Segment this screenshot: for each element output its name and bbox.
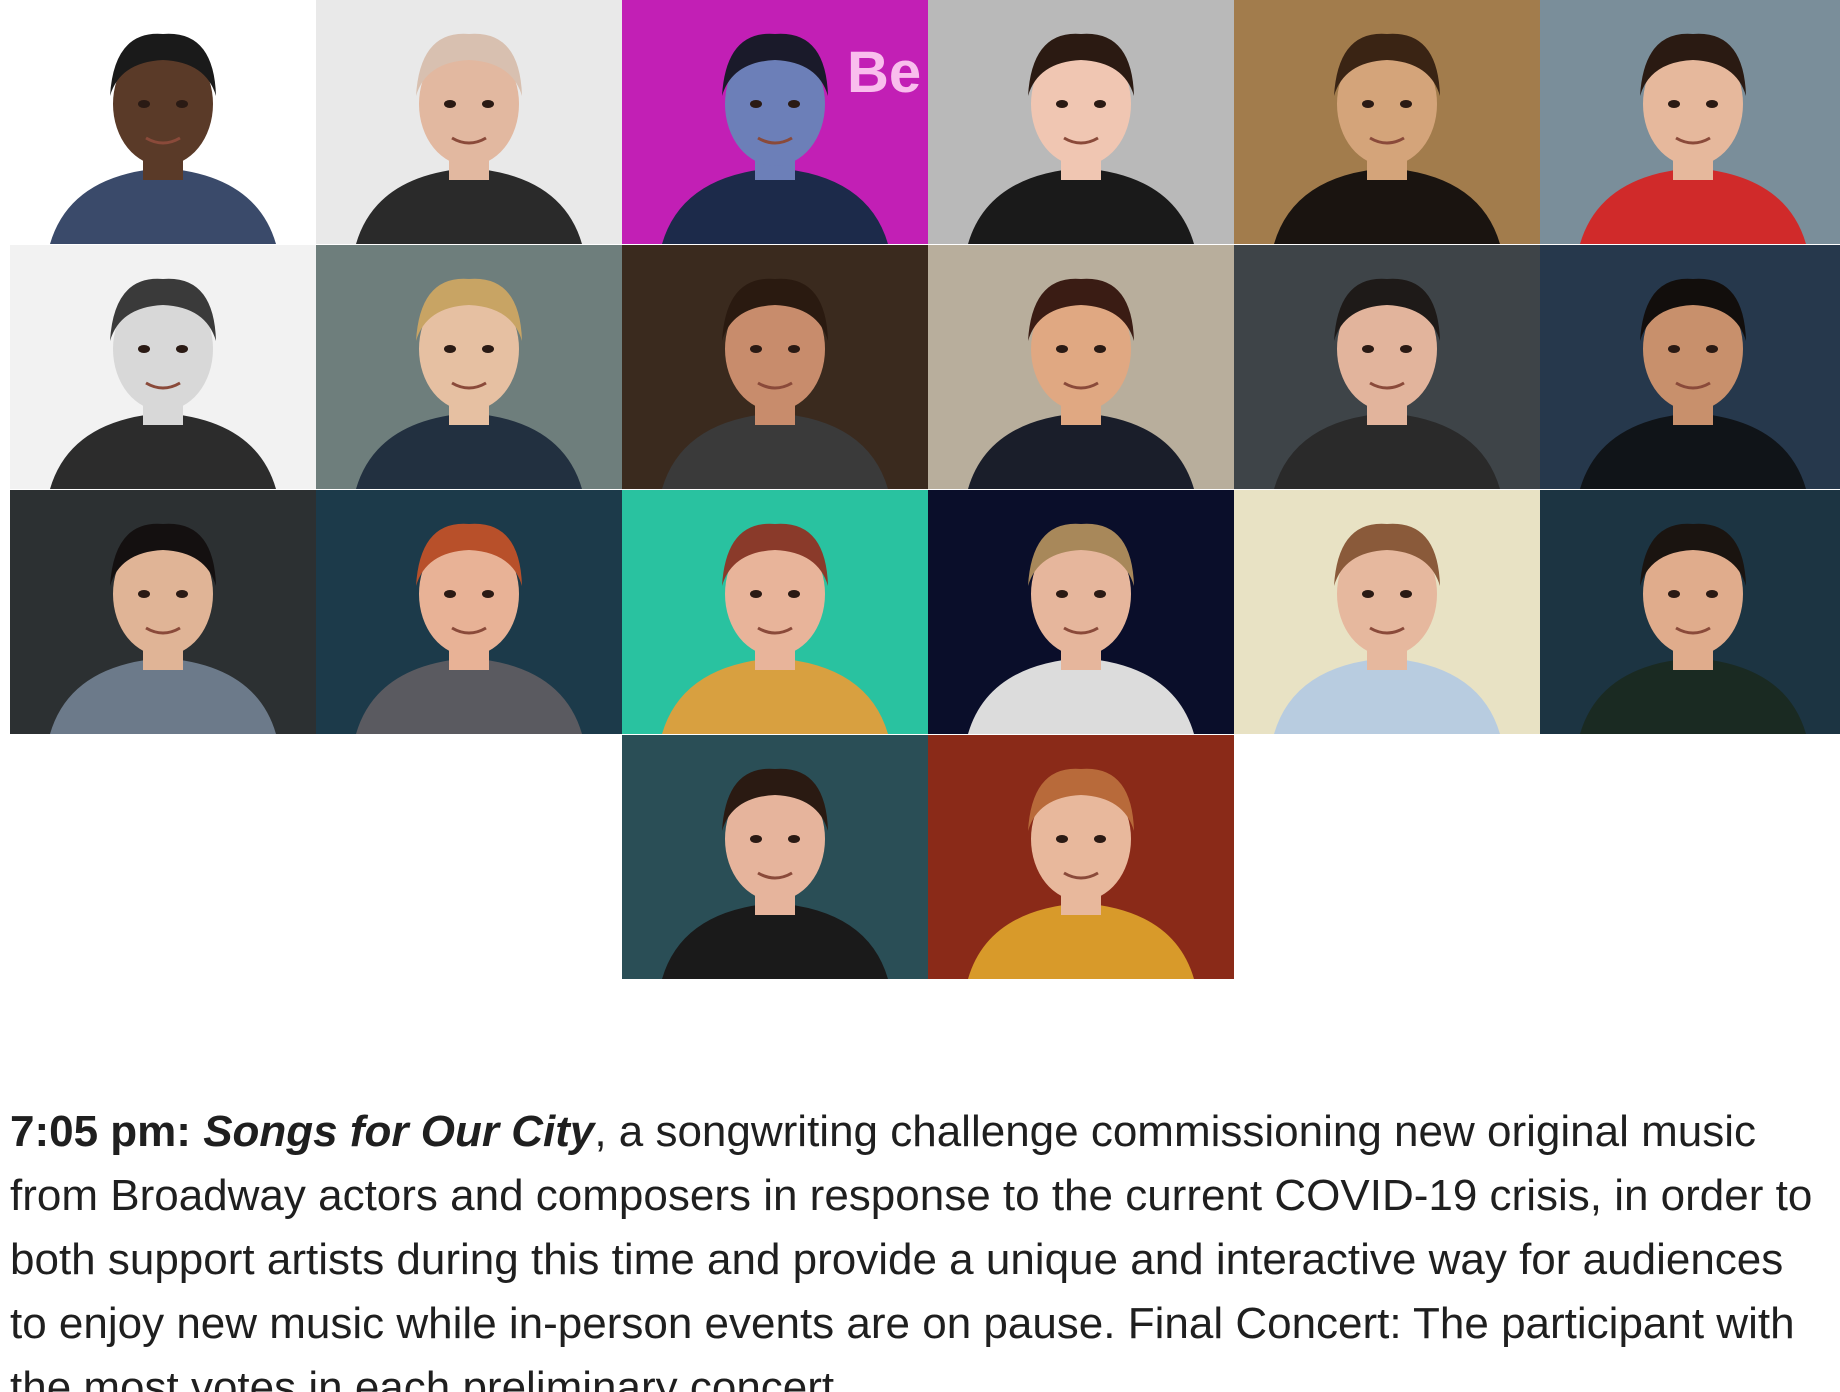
headshot-photo [1540, 0, 1840, 244]
headshot-photo [1540, 490, 1840, 734]
article-page: Be 7:05 pm: Songs for Our City, a songwr… [0, 0, 1840, 1392]
headshot-photo [316, 245, 622, 489]
headshot-photo [622, 245, 928, 489]
headshot-photo [622, 735, 928, 979]
headshot-photo [316, 490, 622, 734]
headshot-photo [1234, 490, 1540, 734]
headshot-photo [316, 0, 622, 244]
headshot-photo [928, 0, 1234, 244]
headshot-photo [10, 490, 316, 734]
headshot-photo: Be [622, 0, 928, 244]
headshot-photo [622, 490, 928, 734]
headshot-photo [928, 490, 1234, 734]
event-paragraph: 7:05 pm: Songs for Our City, a songwriti… [10, 1100, 1820, 1392]
event-time: 7:05 pm: [10, 1107, 191, 1156]
headshot-photo [928, 735, 1234, 979]
cast-photo-grid: Be [10, 0, 1840, 980]
headshot-photo [10, 0, 316, 244]
event-title: Songs for Our City [203, 1107, 595, 1156]
svg-text:Be: Be [847, 40, 921, 105]
headshot-photo [928, 245, 1234, 489]
headshot-photo [10, 245, 316, 489]
headshot-photo [1234, 245, 1540, 489]
headshot-photo [1234, 0, 1540, 244]
headshot-photo [1540, 245, 1840, 489]
